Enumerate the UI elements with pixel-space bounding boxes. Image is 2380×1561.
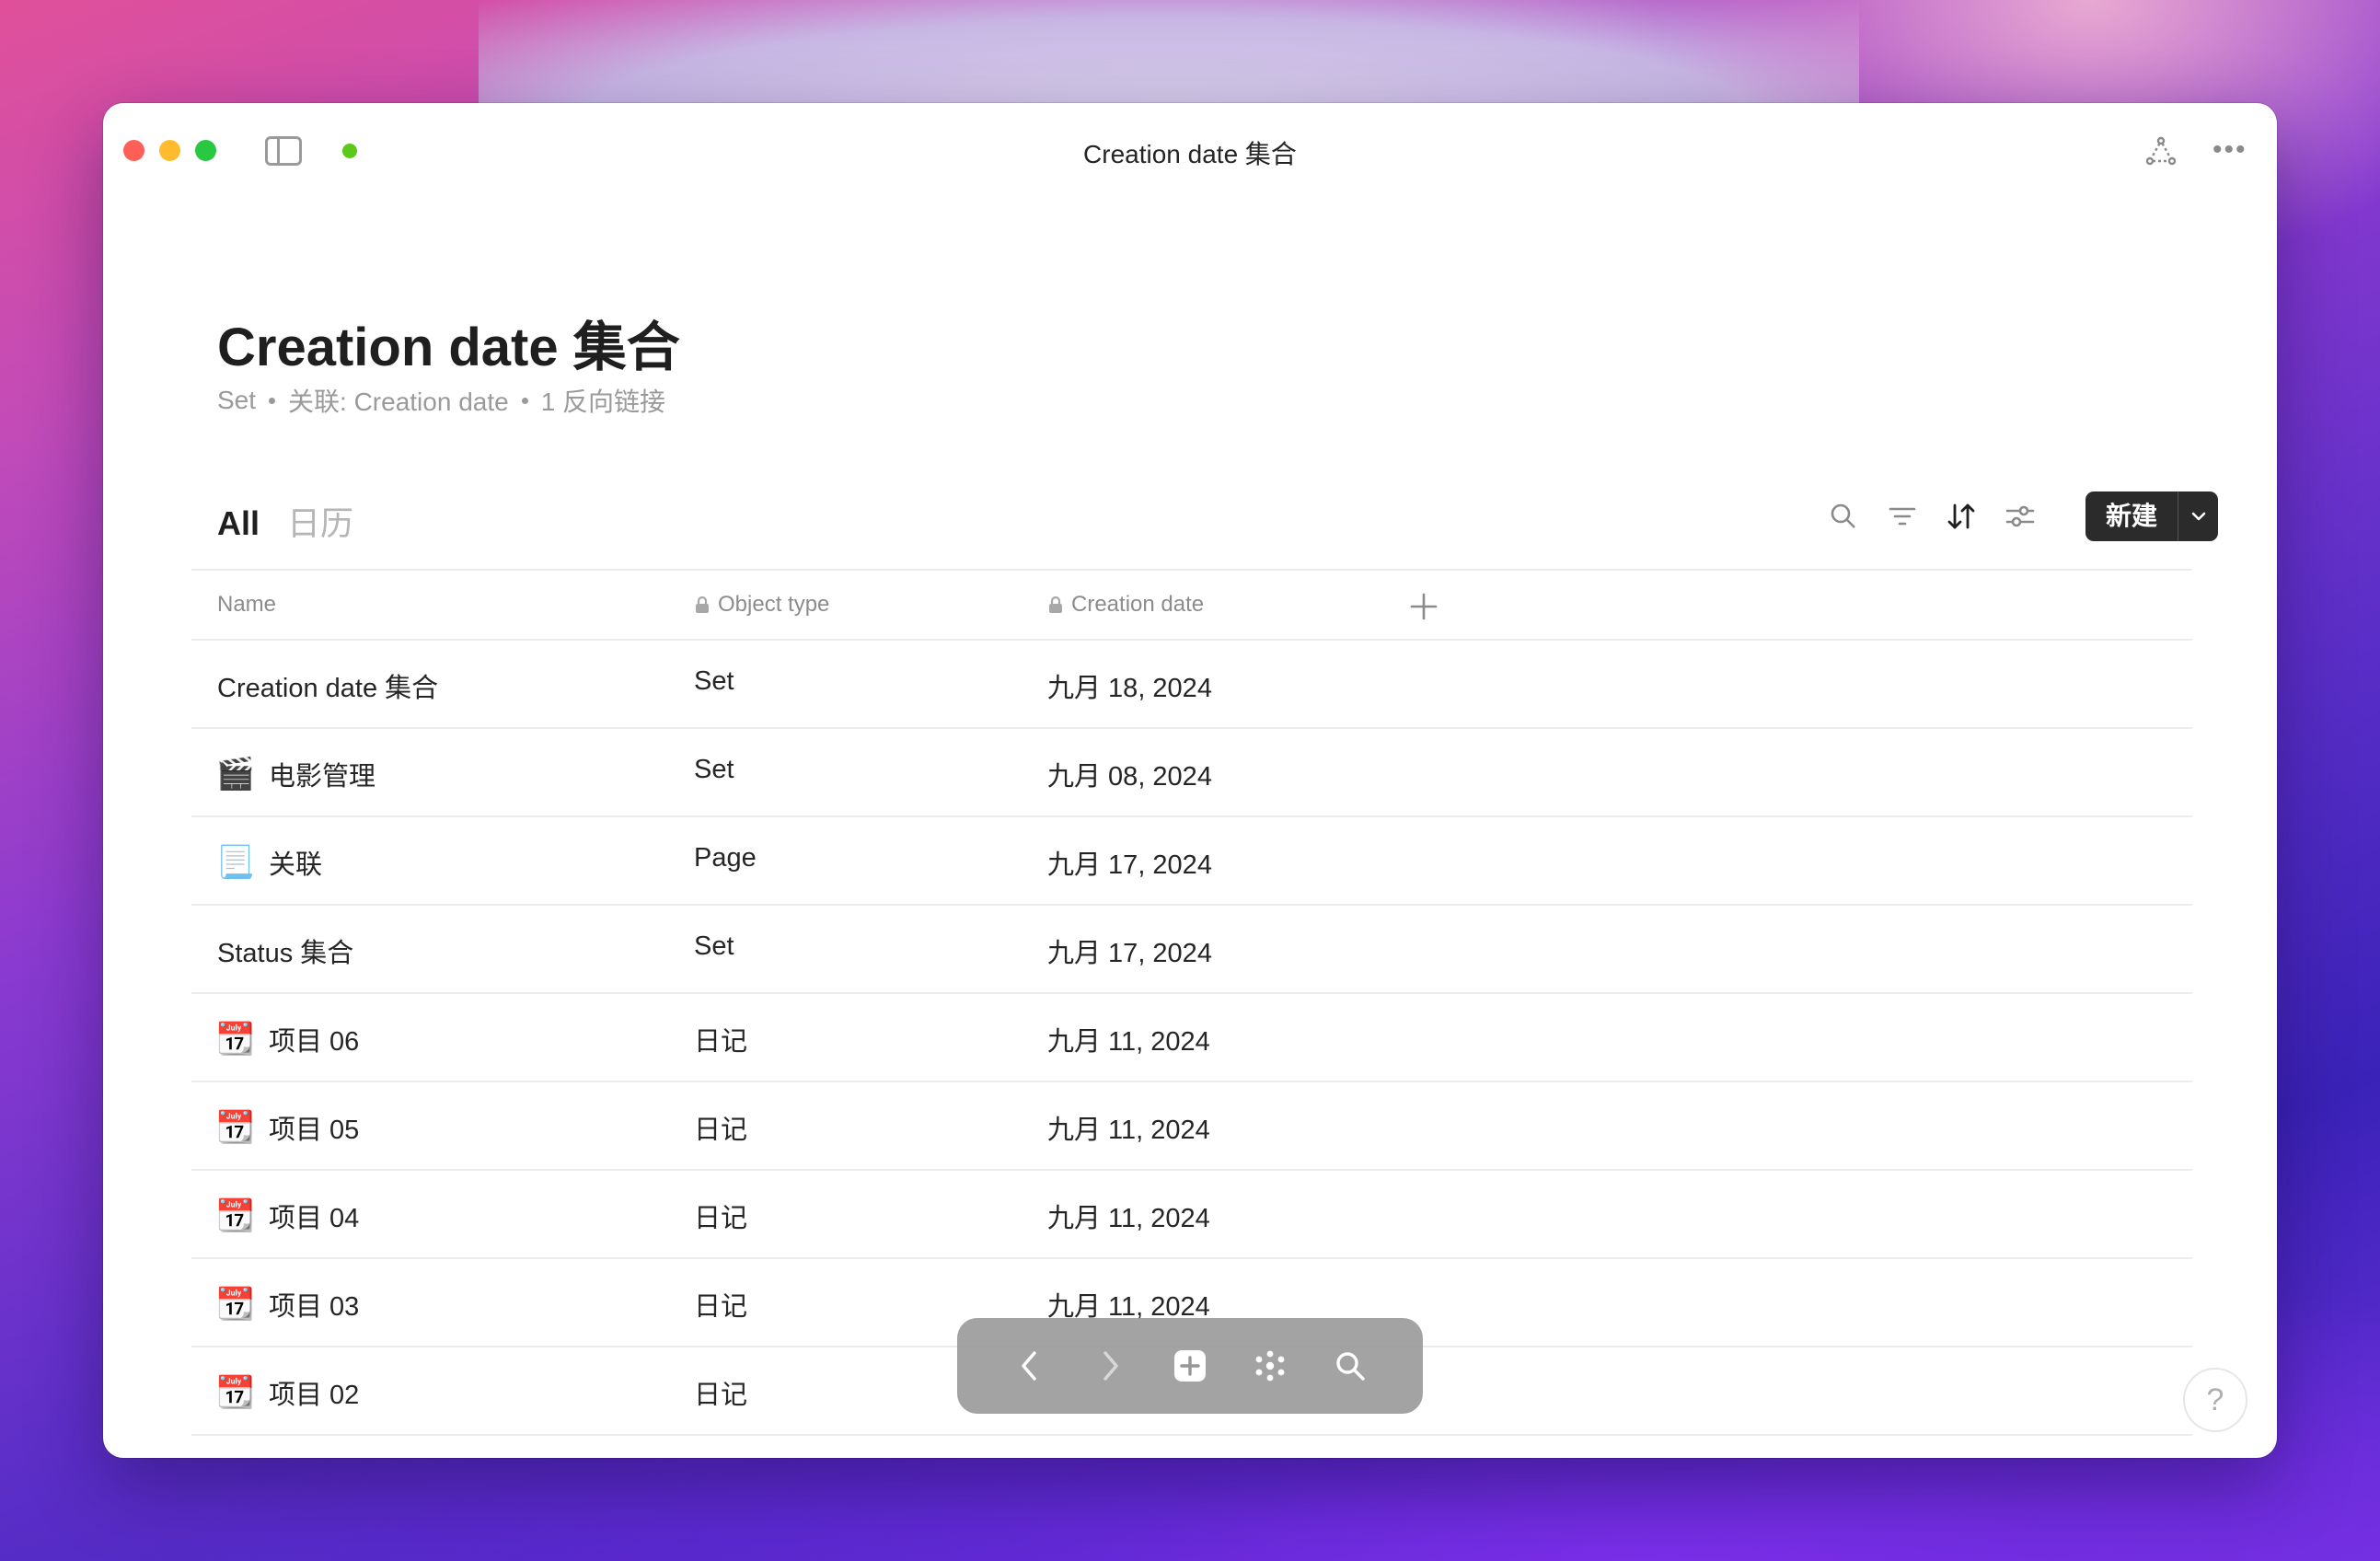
more-options-icon[interactable]: ••• bbox=[2212, 136, 2249, 164]
column-label: Name bbox=[217, 592, 277, 617]
cell-type: Set bbox=[694, 931, 734, 961]
meta-type[interactable]: Set bbox=[217, 386, 256, 415]
cell-type: 日记 bbox=[694, 1292, 748, 1322]
meta-backlinks[interactable]: 1 反向链接 bbox=[541, 382, 665, 419]
graph-dots-icon[interactable] bbox=[1248, 1344, 1292, 1388]
lock-icon bbox=[696, 595, 709, 613]
calendar-note-icon: 📆 bbox=[215, 1022, 256, 1057]
cell-date: 九月 11, 2024 bbox=[1047, 1116, 1210, 1145]
settings-sliders-icon[interactable] bbox=[2001, 497, 2039, 536]
page-meta: Set 关联: Creation date 1 反向链接 bbox=[217, 382, 665, 419]
row-name[interactable]: 关联 bbox=[269, 843, 322, 882]
separator-dot bbox=[521, 397, 528, 404]
cell-name: 📃 关联 bbox=[215, 843, 322, 882]
cell-date: 九月 11, 2024 bbox=[1047, 1204, 1210, 1233]
cell-name: 📆 项目 05 bbox=[215, 1108, 360, 1147]
add-object-icon[interactable] bbox=[1168, 1344, 1212, 1388]
forward-arrow-icon[interactable] bbox=[1088, 1344, 1132, 1388]
table-row[interactable]: 📆 项目 05 日记 九月 11, 2024 bbox=[191, 1082, 2192, 1171]
titlebar: Creation date 集合 ••• bbox=[103, 103, 2277, 199]
search-icon[interactable] bbox=[1328, 1344, 1372, 1388]
app-window: Creation date 集合 ••• Creation date 集合 Se… bbox=[103, 103, 2277, 1458]
page-title: Creation date 集合 bbox=[217, 318, 680, 377]
table-header: Name Object type Creation date bbox=[191, 569, 2192, 641]
table-row[interactable]: 📆 项目 06 日记 九月 11, 2024 bbox=[191, 994, 2192, 1082]
calendar-note-icon: 📆 bbox=[215, 1198, 256, 1233]
column-header-object-type[interactable]: Object type bbox=[694, 592, 829, 618]
cell-name: 📆 项目 04 bbox=[215, 1197, 360, 1235]
column-label: Creation date bbox=[1071, 592, 1205, 617]
chevron-down-icon[interactable] bbox=[2178, 491, 2218, 541]
column-header-name[interactable]: Name bbox=[217, 592, 276, 618]
cell-type: 日记 bbox=[694, 1381, 748, 1410]
cell-type: 日记 bbox=[694, 1204, 748, 1233]
calendar-note-icon: 📆 bbox=[215, 1287, 256, 1322]
view-toolbar: 新建 bbox=[1824, 491, 2219, 541]
cell-date: 九月 11, 2024 bbox=[1047, 1027, 1210, 1057]
cell-name: 📆 项目 06 bbox=[215, 1020, 360, 1058]
sort-icon[interactable] bbox=[1942, 497, 1981, 536]
row-name[interactable]: 项目 02 bbox=[269, 1373, 359, 1412]
calendar-note-icon: 📆 bbox=[215, 1375, 256, 1410]
filter-icon[interactable] bbox=[1883, 497, 1922, 536]
add-column-icon[interactable] bbox=[1408, 591, 1439, 622]
new-button-label[interactable]: 新建 bbox=[2085, 491, 2178, 541]
tab-all[interactable]: All bbox=[217, 504, 260, 543]
cell-date: 九月 17, 2024 bbox=[1047, 939, 1212, 968]
row-name[interactable]: 项目 05 bbox=[269, 1108, 359, 1147]
window-title: Creation date 集合 bbox=[1083, 140, 1297, 168]
cell-type: 日记 bbox=[694, 1027, 748, 1057]
table-row[interactable]: Status 集合 Set 九月 17, 2024 bbox=[191, 906, 2192, 994]
view-tabs: All 日历 bbox=[217, 497, 353, 545]
table-row[interactable]: 🎬 电影管理 Set 九月 08, 2024 bbox=[191, 729, 2192, 817]
graph-icon[interactable] bbox=[2144, 134, 2178, 168]
table-row[interactable]: 📆 项目 04 日记 九月 11, 2024 bbox=[191, 1171, 2192, 1259]
column-header-creation-date[interactable]: Creation date bbox=[1047, 592, 1204, 618]
calendar-note-icon: 📆 bbox=[215, 1110, 256, 1145]
cell-name: 🎬 电影管理 bbox=[215, 755, 375, 793]
row-name[interactable]: 项目 03 bbox=[269, 1285, 359, 1324]
meta-relation[interactable]: 关联: Creation date bbox=[288, 382, 509, 419]
cell-type: Page bbox=[694, 843, 757, 873]
column-label: Object type bbox=[718, 592, 830, 617]
table-row[interactable]: Creation date 集合 Set 九月 18, 2024 bbox=[191, 641, 2192, 729]
table-row[interactable]: 📃 关联 Page 九月 17, 2024 bbox=[191, 817, 2192, 906]
objects-table: Name Object type Creation date Creation … bbox=[191, 569, 2192, 1436]
new-object-button[interactable]: 新建 bbox=[2085, 491, 2219, 541]
cell-type: Set bbox=[694, 666, 734, 696]
clapper-board-icon: 🎬 bbox=[215, 757, 256, 792]
page-icon: 📃 bbox=[215, 845, 256, 880]
row-name[interactable]: Status 集合 bbox=[217, 931, 353, 970]
row-name[interactable]: 项目 04 bbox=[269, 1197, 359, 1235]
cell-type: Set bbox=[694, 755, 734, 784]
navigation-bar bbox=[957, 1318, 1423, 1414]
cell-date: 九月 17, 2024 bbox=[1047, 850, 1212, 880]
cell-type: 日记 bbox=[694, 1116, 748, 1145]
search-icon[interactable] bbox=[1824, 497, 1863, 536]
cell-name: 📆 项目 02 bbox=[215, 1373, 360, 1412]
tab-calendar[interactable]: 日历 bbox=[287, 497, 353, 545]
cell-date: 九月 18, 2024 bbox=[1047, 674, 1212, 703]
cell-name: Status 集合 bbox=[217, 931, 353, 970]
lock-icon bbox=[1049, 595, 1062, 613]
cell-date: 九月 08, 2024 bbox=[1047, 762, 1212, 792]
cell-name: 📆 项目 03 bbox=[215, 1285, 360, 1324]
back-arrow-icon[interactable] bbox=[1008, 1344, 1052, 1388]
row-name[interactable]: 电影管理 bbox=[269, 755, 375, 793]
cell-name: Creation date 集合 bbox=[217, 666, 438, 705]
row-name[interactable]: Creation date 集合 bbox=[217, 666, 438, 705]
separator-dot bbox=[269, 397, 276, 404]
help-button[interactable]: ? bbox=[2183, 1368, 2247, 1432]
row-name[interactable]: 项目 06 bbox=[269, 1020, 359, 1058]
